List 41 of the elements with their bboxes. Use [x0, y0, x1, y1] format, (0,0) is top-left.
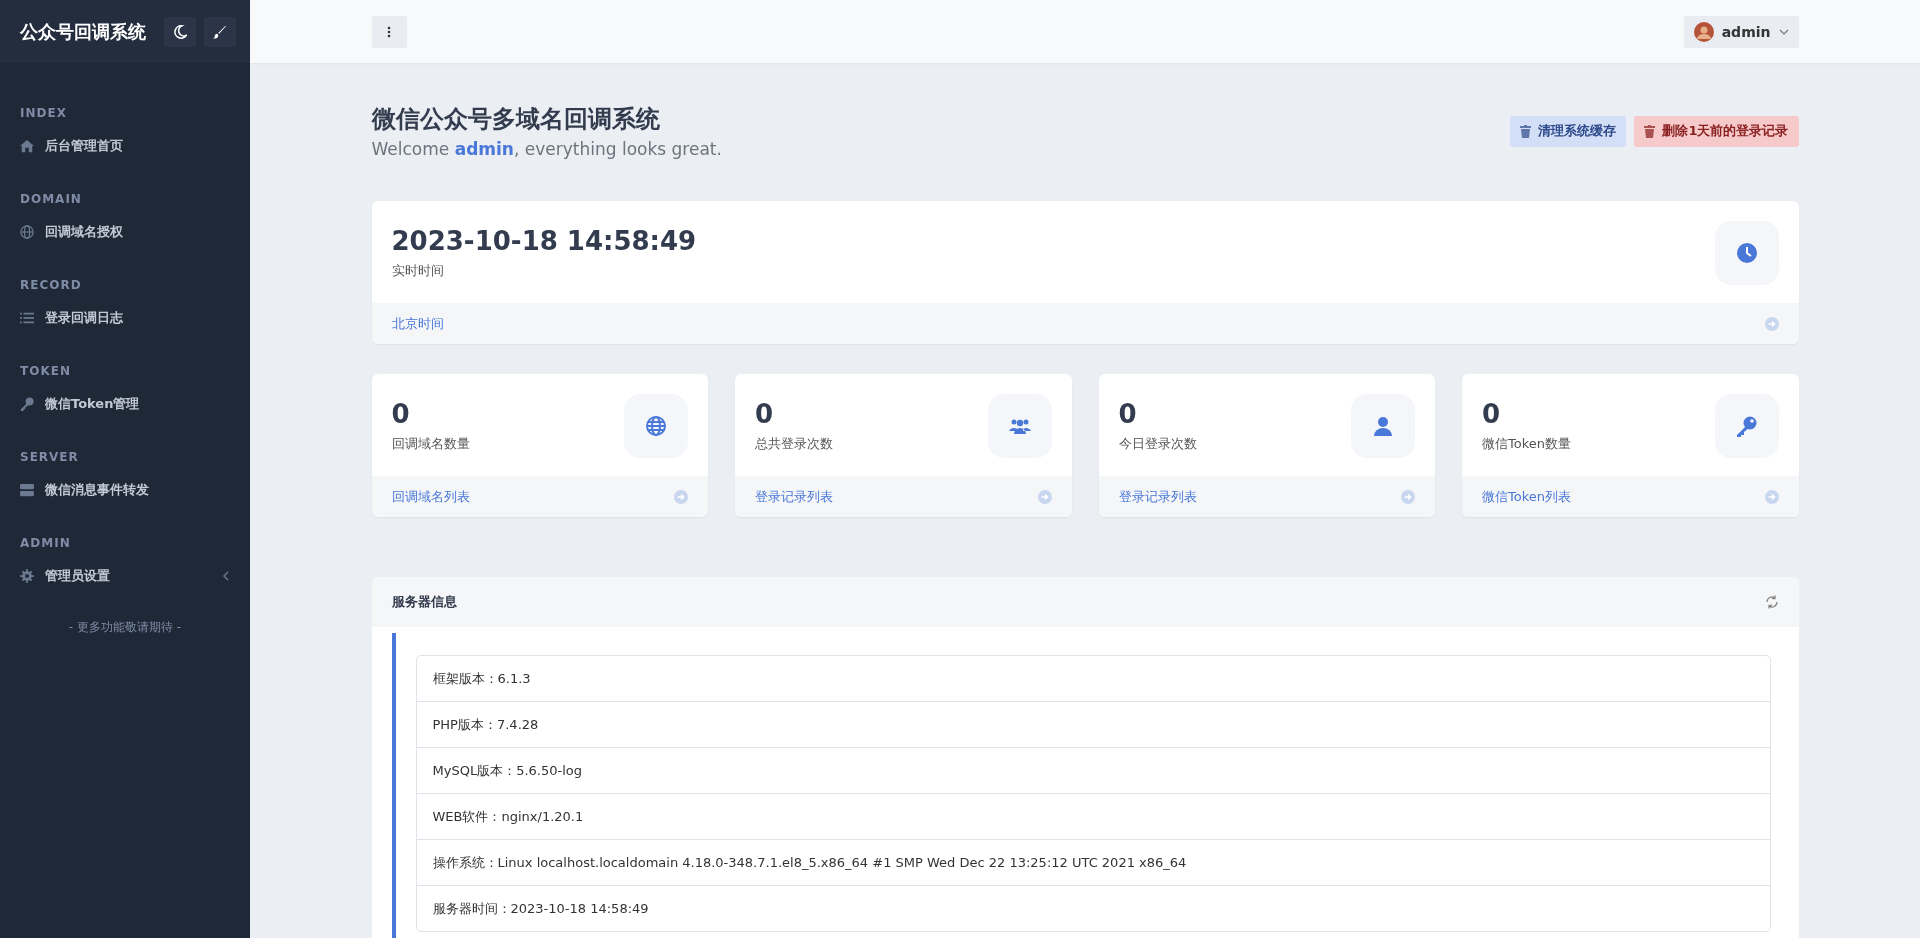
stat-value: 0: [755, 399, 775, 429]
stat-value: 0: [1118, 399, 1138, 429]
nav-item[interactable]: 后台管理首页: [0, 123, 250, 169]
clock-value: 2023-10-18 14:58:49: [391, 226, 697, 256]
clock-label: 实时时间: [391, 262, 445, 280]
nav-section-heading: DOMAIN: [19, 191, 83, 208]
stat-label: 今日登录次数: [1118, 435, 1197, 453]
panel-title: 服务器信息: [391, 593, 457, 611]
nav-section-heading: TOKEN: [19, 363, 72, 380]
page-title: 微信公众号多域名回调系统: [371, 104, 661, 135]
server-info-row: MySQL版本：5.6.50-log: [416, 747, 1770, 793]
action-button[interactable]: 删除1天前的登录记录: [1634, 115, 1799, 147]
user-menu-button[interactable]: admin: [1683, 15, 1799, 48]
card-footer-link[interactable]: 登录记录列表: [1098, 476, 1435, 517]
welcome-text: Welcome admin, everything looks great.: [371, 139, 722, 159]
server-info-row: 操作系统：Linux localhost.localdomain 4.18.0-348.7.1.el8_5.x86_64 #1 SMP Wed Dec 22 13:25:12 UTC 2021 x86_64: [416, 839, 1770, 885]
server-info-row-text: 框架版本：6.1.3: [431, 670, 532, 688]
nav-section-heading: INDEX: [19, 105, 68, 122]
server-info-row: PHP版本：7.4.28: [416, 701, 1770, 747]
stat-value: 0: [391, 399, 411, 429]
nav-section-heading: ADMIN: [19, 535, 72, 552]
stat-label: 回调域名数量: [391, 435, 470, 453]
brand-title: 公众号回调系统: [20, 19, 146, 44]
nav-item[interactable]: 登录回调日志: [0, 295, 250, 341]
server-info-row: 服务器时间：2023-10-18 14:58:49: [416, 885, 1770, 931]
nav-item[interactable]: 回调域名授权: [0, 209, 250, 255]
nav-item[interactable]: 微信消息事件转发: [0, 467, 250, 513]
sidebar-footer-text: - 更多功能敬请期待 -: [67, 619, 183, 636]
stat-value: 0: [1482, 399, 1502, 429]
nav-item[interactable]: 微信Token管理: [0, 381, 250, 427]
card-footer-link[interactable]: 登录记录列表: [735, 476, 1072, 517]
stat-label: 总共登录次数: [755, 435, 833, 453]
nav-section-heading: RECORD: [19, 277, 83, 294]
card-footer-link[interactable]: 微信Token列表: [1462, 476, 1799, 517]
card-footer-link[interactable]: 回调域名列表: [371, 476, 708, 517]
nav-section-heading: SERVER: [19, 449, 80, 466]
nav-item[interactable]: 管理员设置: [0, 553, 250, 599]
server-info-row: WEB软件：nginx/1.20.1: [416, 793, 1770, 839]
action-button[interactable]: 清理系统缓存: [1510, 115, 1627, 147]
stat-label: 微信Token数量: [1482, 435, 1571, 453]
card-footer-link[interactable]: 北京时间: [371, 303, 1799, 344]
